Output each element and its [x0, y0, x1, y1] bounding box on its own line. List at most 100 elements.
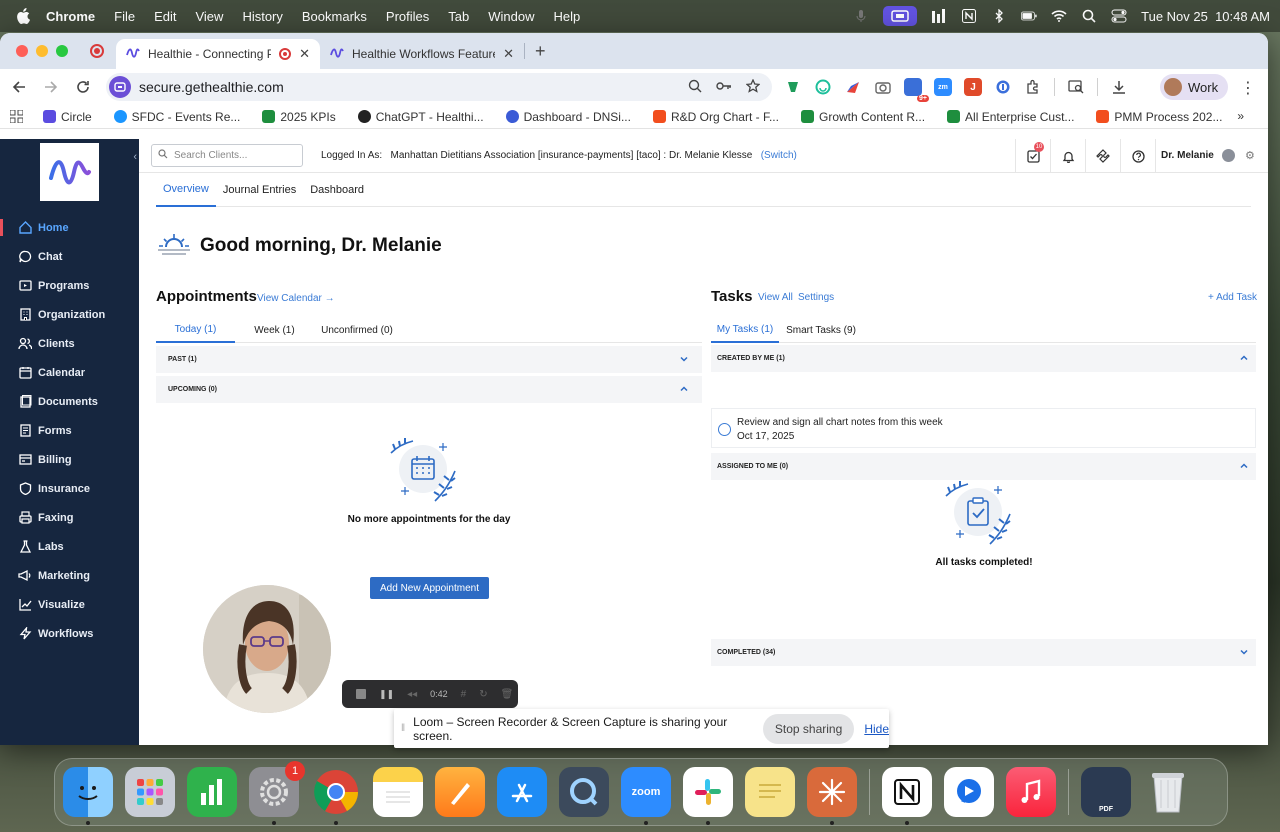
- past-appointments-accordion[interactable]: PAST (1): [156, 346, 702, 373]
- apple-icon[interactable]: [16, 8, 32, 24]
- sidebar-item-marketing[interactable]: Marketing: [0, 561, 139, 590]
- tab-journal-entries[interactable]: Journal Entries: [216, 173, 303, 207]
- pages-icon[interactable]: [435, 767, 485, 817]
- tab-smart-tasks[interactable]: Smart Tasks (9): [779, 317, 863, 343]
- help-question-icon[interactable]: [1120, 139, 1155, 173]
- task-complete-checkbox[interactable]: [718, 423, 731, 436]
- collapse-sidebar-icon[interactable]: ‹: [133, 151, 137, 163]
- sidebar-item-visualize[interactable]: Visualize: [0, 590, 139, 619]
- tab-close-icon[interactable]: ✕: [503, 46, 514, 62]
- tasks-checkbox-icon[interactable]: 10: [1015, 139, 1050, 173]
- notifications-bell-icon[interactable]: [1050, 139, 1085, 173]
- drag-handle-icon[interactable]: ‖: [401, 723, 405, 734]
- battery-icon[interactable]: [1021, 9, 1037, 23]
- completed-tasks-accordion[interactable]: COMPLETED (34): [711, 639, 1256, 666]
- zoom-app-icon[interactable]: zoom: [621, 767, 671, 825]
- stop-recording-icon[interactable]: [356, 689, 366, 699]
- tab-search-icon[interactable]: [1067, 78, 1085, 96]
- menu-file[interactable]: File: [114, 9, 135, 24]
- claude-icon[interactable]: [807, 767, 857, 825]
- profile-chip[interactable]: Work: [1160, 74, 1229, 100]
- notion-icon[interactable]: [882, 767, 932, 825]
- loom-tray-icon[interactable]: [883, 6, 918, 26]
- user-settings-gear-icon[interactable]: ⚙: [1245, 149, 1255, 162]
- created-by-me-accordion[interactable]: CREATED BY ME (1): [711, 345, 1256, 372]
- menu-help[interactable]: Help: [554, 9, 581, 24]
- back-arrow-icon[interactable]: [3, 80, 35, 94]
- zoom-extension-icon[interactable]: zm: [934, 78, 952, 96]
- app-store-icon[interactable]: [497, 767, 547, 817]
- bookmark-star-icon[interactable]: [745, 77, 761, 96]
- tab-week[interactable]: Week (1): [235, 317, 314, 343]
- spotlight-search-icon[interactable]: [1081, 9, 1097, 23]
- zoom-lens-icon[interactable]: [688, 79, 702, 96]
- sidebar-item-chat[interactable]: Chat: [0, 242, 139, 271]
- pause-icon[interactable]: ❚❚: [379, 689, 394, 700]
- upcoming-appointments-accordion[interactable]: UPCOMING (0): [156, 376, 702, 403]
- bookmark-item[interactable]: Circle: [43, 110, 92, 124]
- rewind-icon[interactable]: ◂◂: [407, 689, 417, 700]
- task-row[interactable]: Review and sign all chart notes from thi…: [711, 408, 1256, 448]
- search-clients-input[interactable]: Search Clients...: [151, 144, 303, 167]
- sidebar-item-home[interactable]: Home: [0, 213, 139, 242]
- restart-icon[interactable]: ↻: [479, 689, 487, 700]
- sidebar-item-faxing[interactable]: Faxing: [0, 503, 139, 532]
- sidebar-item-calendar[interactable]: Calendar: [0, 358, 139, 387]
- sidebar-item-programs[interactable]: Programs: [0, 271, 139, 300]
- new-tab-icon[interactable]: +: [535, 41, 546, 62]
- add-task-link[interactable]: + Add Task: [1208, 292, 1257, 303]
- menu-history[interactable]: History: [242, 9, 282, 24]
- system-settings-icon[interactable]: 1: [249, 761, 305, 825]
- bookmark-item[interactable]: Growth Content R...: [800, 110, 925, 124]
- forward-arrow-icon[interactable]: [35, 80, 67, 94]
- zoom-window-button[interactable]: [56, 45, 68, 57]
- bookmark-item[interactable]: PMM Process 202...: [1096, 110, 1222, 124]
- microphone-icon[interactable]: [853, 9, 869, 23]
- menu-edit[interactable]: Edit: [154, 9, 176, 24]
- tab-unconfirmed[interactable]: Unconfirmed (0): [314, 317, 400, 343]
- menu-view[interactable]: View: [195, 9, 223, 24]
- sidebar-item-billing[interactable]: Billing: [0, 445, 139, 474]
- trash-can-icon[interactable]: [1143, 767, 1193, 817]
- chrome-icon[interactable]: [311, 767, 361, 825]
- browser-menu-icon[interactable]: ⋮: [1240, 78, 1256, 98]
- address-bar[interactable]: secure.gethealthie.com: [106, 73, 772, 101]
- grammarly-extension-icon[interactable]: [784, 78, 802, 96]
- close-window-button[interactable]: [16, 45, 28, 57]
- bookmark-item[interactable]: Dashboard - DNSi...: [505, 110, 631, 124]
- puzzle-extensions-icon[interactable]: [1024, 78, 1042, 96]
- bookmark-item[interactable]: All Enterprise Cust...: [947, 110, 1074, 124]
- numbers-icon[interactable]: [187, 767, 237, 817]
- finder-icon[interactable]: [63, 767, 113, 825]
- bookmarks-overflow-icon[interactable]: »: [1237, 109, 1244, 123]
- bookmark-item[interactable]: 2025 KPIs: [262, 110, 336, 124]
- healthie-logo[interactable]: [40, 143, 99, 201]
- control-center-icon[interactable]: [1111, 9, 1127, 23]
- bookmark-item[interactable]: SFDC - Events Re...: [113, 110, 240, 124]
- reload-icon[interactable]: [67, 80, 99, 94]
- sidebar-item-workflows[interactable]: Workflows: [0, 619, 139, 648]
- assigned-to-me-accordion[interactable]: ASSIGNED TO ME (0): [711, 453, 1256, 480]
- j-extension-icon[interactable]: J: [964, 78, 982, 96]
- view-all-tasks-link[interactable]: View All: [758, 292, 793, 303]
- site-info-icon[interactable]: [109, 76, 131, 98]
- notion-tray-icon[interactable]: [961, 9, 977, 23]
- onepassword-extension-icon[interactable]: [994, 78, 1012, 96]
- arrow-extension-icon[interactable]: [844, 78, 862, 96]
- tab-overview[interactable]: Overview: [156, 173, 216, 207]
- add-new-appointment-button[interactable]: Add New Appointment: [370, 577, 489, 599]
- sidebar-item-forms[interactable]: Forms: [0, 416, 139, 445]
- tab-close-icon[interactable]: ✕: [299, 46, 310, 62]
- loom-webcam-bubble[interactable]: [203, 585, 331, 713]
- download-icon[interactable]: [1110, 78, 1128, 96]
- menu-tab[interactable]: Tab: [448, 9, 469, 24]
- smile-extension-icon[interactable]: [814, 78, 832, 96]
- apps-grid-icon[interactable]: [10, 110, 23, 123]
- quicktime-icon[interactable]: [559, 767, 609, 817]
- bluetooth-icon[interactable]: [991, 9, 1007, 23]
- task-settings-link[interactable]: Settings: [798, 292, 834, 303]
- stickies-icon[interactable]: [745, 767, 795, 817]
- browser-tab-healthie[interactable]: Healthie - Connecting Pro ✕: [116, 39, 320, 69]
- grid-icon[interactable]: #: [461, 689, 467, 700]
- menu-app-name[interactable]: Chrome: [46, 9, 95, 24]
